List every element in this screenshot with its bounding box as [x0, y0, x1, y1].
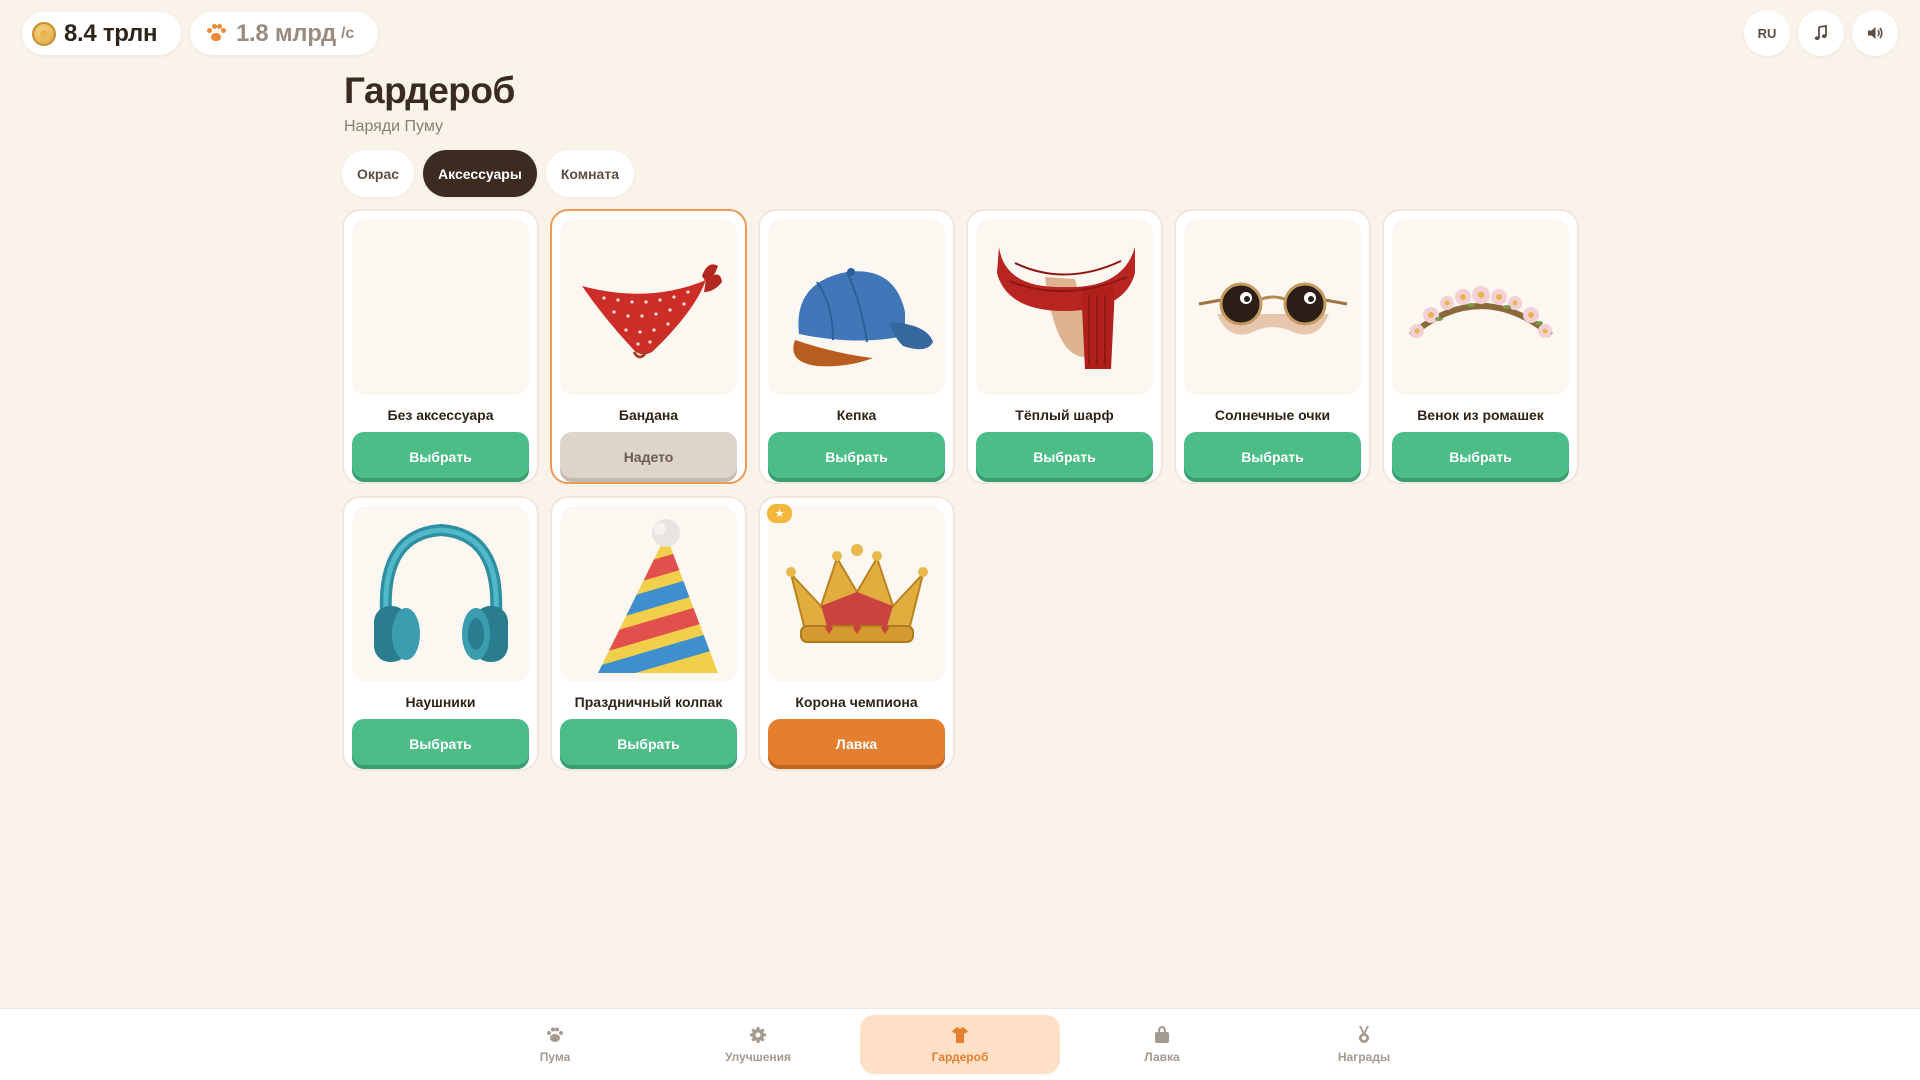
item-card-party-hat: Праздничный колпак Выбрать [550, 496, 747, 771]
sound-button[interactable] [1852, 10, 1898, 56]
nav-label: Лавка [1144, 1050, 1180, 1064]
music-note-icon [1814, 25, 1827, 41]
select-button[interactable]: Выбрать [976, 432, 1153, 482]
shirt-icon [951, 1025, 969, 1045]
party-hat-icon [597, 519, 718, 674]
scarf-icon [996, 247, 1135, 370]
item-image-sunglasses [1184, 219, 1361, 396]
select-button[interactable]: Выбрать [352, 432, 529, 482]
item-image-cap [768, 219, 945, 396]
nav-label: Гардероб [931, 1050, 989, 1064]
item-card-bandana: Бандана Надето [550, 209, 747, 484]
coin-icon [32, 21, 56, 46]
nav-label: Улучшения [724, 1050, 792, 1064]
daisy-wreath-icon [1408, 286, 1553, 339]
paw-icon [206, 23, 226, 44]
select-button[interactable]: Выбрать [352, 719, 529, 769]
language-button[interactable]: RU [1744, 10, 1790, 56]
item-card-scarf: Тёплый шарф Выбрать [966, 209, 1163, 484]
item-name: Бандана [618, 407, 679, 424]
premium-star-badge: ★ [767, 504, 792, 523]
item-image-scarf [976, 219, 1153, 396]
item-card-no-accessory: Без аксессуара Выбрать [342, 209, 539, 484]
page-subtitle: Наряди Пуму [344, 118, 444, 135]
nav-item-upgrades[interactable]: Улучшения [658, 1015, 858, 1074]
worn-button[interactable]: Надето [560, 432, 737, 482]
item-name: Наушники [405, 694, 476, 711]
nav-label: Награды [1337, 1050, 1391, 1064]
income-rate-value: 1.8 млрд [236, 19, 336, 47]
item-card-crown: ★ Корона чемпиона Лавка [758, 496, 955, 771]
bottom-navigation: Пума Улучшения Гардероб Лавка Награды [0, 1008, 1920, 1080]
nav-item-shop[interactable]: Лавка [1062, 1015, 1262, 1074]
category-tabs: Окрас Аксессуары Комната [342, 150, 634, 197]
item-name: Тёплый шарф [1015, 407, 1114, 424]
item-card-cap: Кепка Выбрать [758, 209, 955, 484]
item-card-daisy-wreath: Венок из ромашек Выбрать [1382, 209, 1579, 484]
crown-icon [785, 544, 928, 644]
item-name: Корона чемпиона [795, 694, 918, 711]
accessory-grid: Без аксессуара Выбрать Бандана Надето Ке… [342, 209, 1579, 771]
select-button[interactable]: Выбрать [1184, 432, 1361, 482]
tab-accessories[interactable]: Аксессуары [423, 150, 537, 197]
item-image-headphones [352, 506, 529, 683]
cap-icon [792, 268, 933, 367]
select-button[interactable]: Выбрать [1392, 432, 1569, 482]
item-image-crown [768, 506, 945, 683]
item-image-bandana [560, 219, 737, 396]
page-title: Гардероб [344, 70, 515, 111]
medal-icon [1355, 1025, 1373, 1045]
bag-icon [1153, 1025, 1171, 1045]
nav-item-wardrobe[interactable]: Гардероб [860, 1015, 1060, 1074]
speaker-icon [1868, 27, 1883, 39]
item-image-none [352, 219, 529, 396]
music-button[interactable] [1798, 10, 1844, 56]
income-rate: 1.8 млрд /с [190, 12, 378, 55]
item-name: Без аксессуара [387, 407, 494, 424]
tab-color[interactable]: Окрас [342, 150, 415, 197]
nav-item-puma[interactable]: Пума [455, 1015, 655, 1074]
item-name: Венок из ромашек [1417, 407, 1544, 424]
item-card-sunglasses: Солнечные очки Выбрать [1174, 209, 1371, 484]
headphones-icon [373, 524, 508, 663]
gear-icon [749, 1025, 767, 1045]
bandana-icon [581, 264, 722, 359]
shop-button[interactable]: Лавка [768, 719, 945, 769]
top-bar: 8.4 трлн 1.8 млрд /с RU [22, 10, 1898, 56]
tab-room[interactable]: Комната [545, 150, 634, 197]
sunglasses-icon [1198, 282, 1347, 335]
income-rate-unit: /с [340, 24, 355, 42]
item-name: Праздничный колпак [574, 694, 723, 711]
item-image-daisy-wreath [1392, 219, 1569, 396]
paw-icon [546, 1025, 564, 1045]
item-name: Солнечные очки [1214, 407, 1331, 424]
coin-balance-value: 8.4 трлн [64, 19, 158, 47]
item-image-party-hat [560, 506, 737, 683]
nav-item-rewards[interactable]: Награды [1264, 1015, 1464, 1074]
select-button[interactable]: Выбрать [560, 719, 737, 769]
coin-balance: 8.4 трлн [22, 12, 181, 55]
item-card-headphones: Наушники Выбрать [342, 496, 539, 771]
select-button[interactable]: Выбрать [768, 432, 945, 482]
item-name: Кепка [836, 407, 877, 424]
nav-label: Пума [539, 1050, 571, 1064]
